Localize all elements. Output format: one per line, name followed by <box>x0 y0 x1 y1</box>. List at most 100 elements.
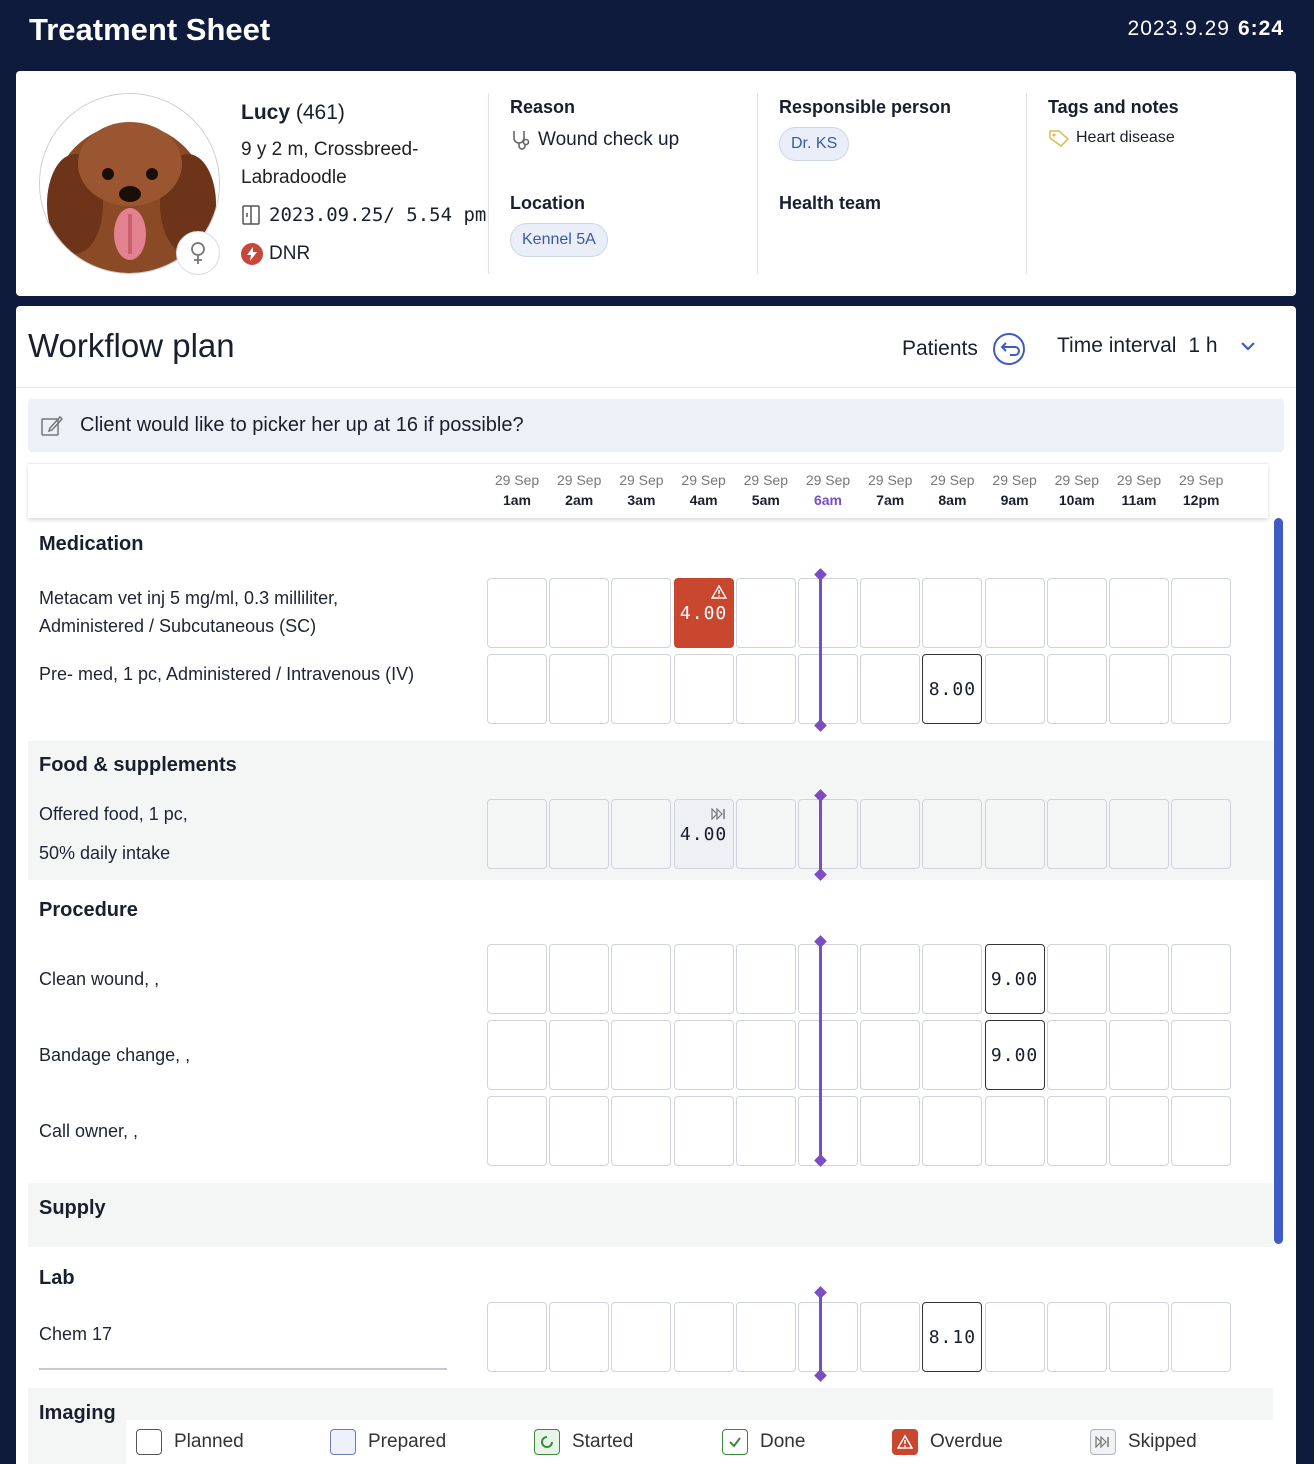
schedule-cell[interactable] <box>1171 1302 1232 1372</box>
schedule-cell[interactable] <box>1046 1096 1107 1166</box>
schedule-cell[interactable]: 4.00 <box>673 578 734 648</box>
schedule-cell[interactable] <box>1109 578 1169 648</box>
schedule-cell[interactable] <box>984 799 1045 869</box>
schedule-cell[interactable] <box>611 654 672 724</box>
schedule-cell[interactable] <box>1046 1302 1107 1372</box>
schedule-cell[interactable] <box>798 944 858 1014</box>
location-chip[interactable]: Kennel 5A <box>510 223 608 257</box>
row-label[interactable]: Metacam vet inj 5 mg/ml, 0.3 milliliter,… <box>39 584 439 640</box>
scrollbar[interactable] <box>1274 518 1283 1244</box>
schedule-cell[interactable] <box>1046 654 1107 724</box>
schedule-cell[interactable] <box>549 944 610 1014</box>
client-note[interactable]: Client would like to picker her up at 16… <box>28 399 1284 452</box>
schedule-cell[interactable] <box>735 654 796 724</box>
schedule-cell[interactable] <box>860 1302 921 1372</box>
schedule-cell[interactable] <box>860 799 921 869</box>
schedule-cell[interactable] <box>1046 944 1107 1014</box>
schedule-cell[interactable] <box>673 1020 734 1090</box>
schedule-cell[interactable] <box>922 799 983 869</box>
schedule-cell[interactable] <box>984 1096 1045 1166</box>
row-label[interactable]: Clean wound, , <box>39 965 439 993</box>
schedule-cell[interactable] <box>922 578 983 648</box>
schedule-cell[interactable] <box>1109 1096 1169 1166</box>
schedule-cell[interactable] <box>1171 1096 1232 1166</box>
schedule-cell[interactable] <box>860 578 921 648</box>
schedule-cell[interactable] <box>798 578 858 648</box>
schedule-cell[interactable] <box>549 578 610 648</box>
schedule-cell[interactable] <box>487 578 547 648</box>
schedule-cell[interactable] <box>487 799 547 869</box>
schedule-cell[interactable] <box>549 1302 610 1372</box>
schedule-cell[interactable] <box>611 799 672 869</box>
schedule-cell[interactable] <box>984 578 1045 648</box>
schedule-cell[interactable] <box>860 654 921 724</box>
schedule-cell[interactable] <box>673 944 734 1014</box>
row-label[interactable]: Pre- med, 1 pc, Administered / Intraveno… <box>39 660 439 688</box>
schedule-cell[interactable] <box>735 578 796 648</box>
schedule-cell[interactable]: 9.00 <box>984 944 1045 1014</box>
schedule-cell[interactable] <box>984 654 1045 724</box>
schedule-cell[interactable] <box>735 1096 796 1166</box>
schedule-cell[interactable]: 4.00 <box>673 799 734 869</box>
time-interval-select[interactable]: Time interval 1 h <box>1057 334 1258 358</box>
schedule-cell[interactable]: 8.00 <box>922 654 983 724</box>
schedule-cell[interactable] <box>1046 578 1107 648</box>
schedule-cell[interactable] <box>487 1020 547 1090</box>
schedule-cell[interactable] <box>1109 944 1169 1014</box>
schedule-cell[interactable] <box>1109 1020 1169 1090</box>
schedule-cell[interactable] <box>1109 654 1169 724</box>
schedule-cell[interactable] <box>611 1096 672 1166</box>
schedule-cell[interactable] <box>798 1020 858 1090</box>
schedule-cell[interactable] <box>549 654 610 724</box>
schedule-cell[interactable] <box>860 1096 921 1166</box>
row-label[interactable]: Bandage change, , <box>39 1041 439 1069</box>
schedule-cell[interactable] <box>673 1096 734 1166</box>
tag-heart-disease[interactable]: Heart disease <box>1048 129 1175 147</box>
patient-name-text: Lucy <box>241 101 291 124</box>
schedule-cell[interactable] <box>673 654 734 724</box>
schedule-cell[interactable] <box>1171 654 1232 724</box>
schedule-cell[interactable]: 8.10 <box>922 1302 983 1372</box>
schedule-cell[interactable] <box>611 944 672 1014</box>
row-label[interactable]: Chem 17 <box>39 1320 439 1348</box>
schedule-cell[interactable] <box>798 1302 858 1372</box>
schedule-cell[interactable] <box>549 1096 610 1166</box>
schedule-cell[interactable] <box>1171 1020 1232 1090</box>
schedule-cell[interactable] <box>1171 944 1232 1014</box>
schedule-cell[interactable] <box>798 799 858 869</box>
schedule-cell[interactable] <box>860 944 921 1014</box>
schedule-cell[interactable] <box>549 1020 610 1090</box>
schedule-cell[interactable]: 9.00 <box>984 1020 1045 1090</box>
schedule-cell[interactable] <box>487 1096 547 1166</box>
schedule-cell[interactable] <box>735 1020 796 1090</box>
schedule-cell[interactable] <box>922 944 983 1014</box>
schedule-cell[interactable] <box>984 1302 1045 1372</box>
row-label[interactable]: Call owner, , <box>39 1117 439 1145</box>
schedule-cell[interactable] <box>1046 799 1107 869</box>
schedule-cell[interactable] <box>1171 799 1232 869</box>
schedule-cell[interactable] <box>922 1096 983 1166</box>
schedule-cell[interactable] <box>673 1302 734 1372</box>
schedule-cell[interactable] <box>922 1020 983 1090</box>
schedule-cell[interactable] <box>487 944 547 1014</box>
schedule-cell[interactable] <box>798 1096 858 1166</box>
schedule-cell[interactable] <box>611 578 672 648</box>
schedule-cell[interactable] <box>1046 1020 1107 1090</box>
responsible-chip[interactable]: Dr. KS <box>779 127 850 161</box>
schedule-cell[interactable] <box>1109 799 1169 869</box>
schedule-cell[interactable] <box>487 1302 547 1372</box>
row-label[interactable]: Offered food, 1 pc, <box>39 800 439 828</box>
schedule-cell[interactable] <box>487 654 547 724</box>
schedule-cell[interactable] <box>735 799 796 869</box>
schedule-cell[interactable] <box>1109 1302 1169 1372</box>
schedule-cell[interactable] <box>735 944 796 1014</box>
schedule-cell[interactable] <box>860 1020 921 1090</box>
schedule-cell[interactable] <box>611 1302 672 1372</box>
app-title: Treatment Sheet <box>29 12 271 47</box>
schedule-cell[interactable] <box>611 1020 672 1090</box>
schedule-cell[interactable] <box>549 799 610 869</box>
schedule-cell[interactable] <box>1171 578 1232 648</box>
schedule-cell[interactable] <box>735 1302 796 1372</box>
schedule-cell[interactable] <box>798 654 858 724</box>
patients-button[interactable]: Patients <box>902 332 1026 366</box>
